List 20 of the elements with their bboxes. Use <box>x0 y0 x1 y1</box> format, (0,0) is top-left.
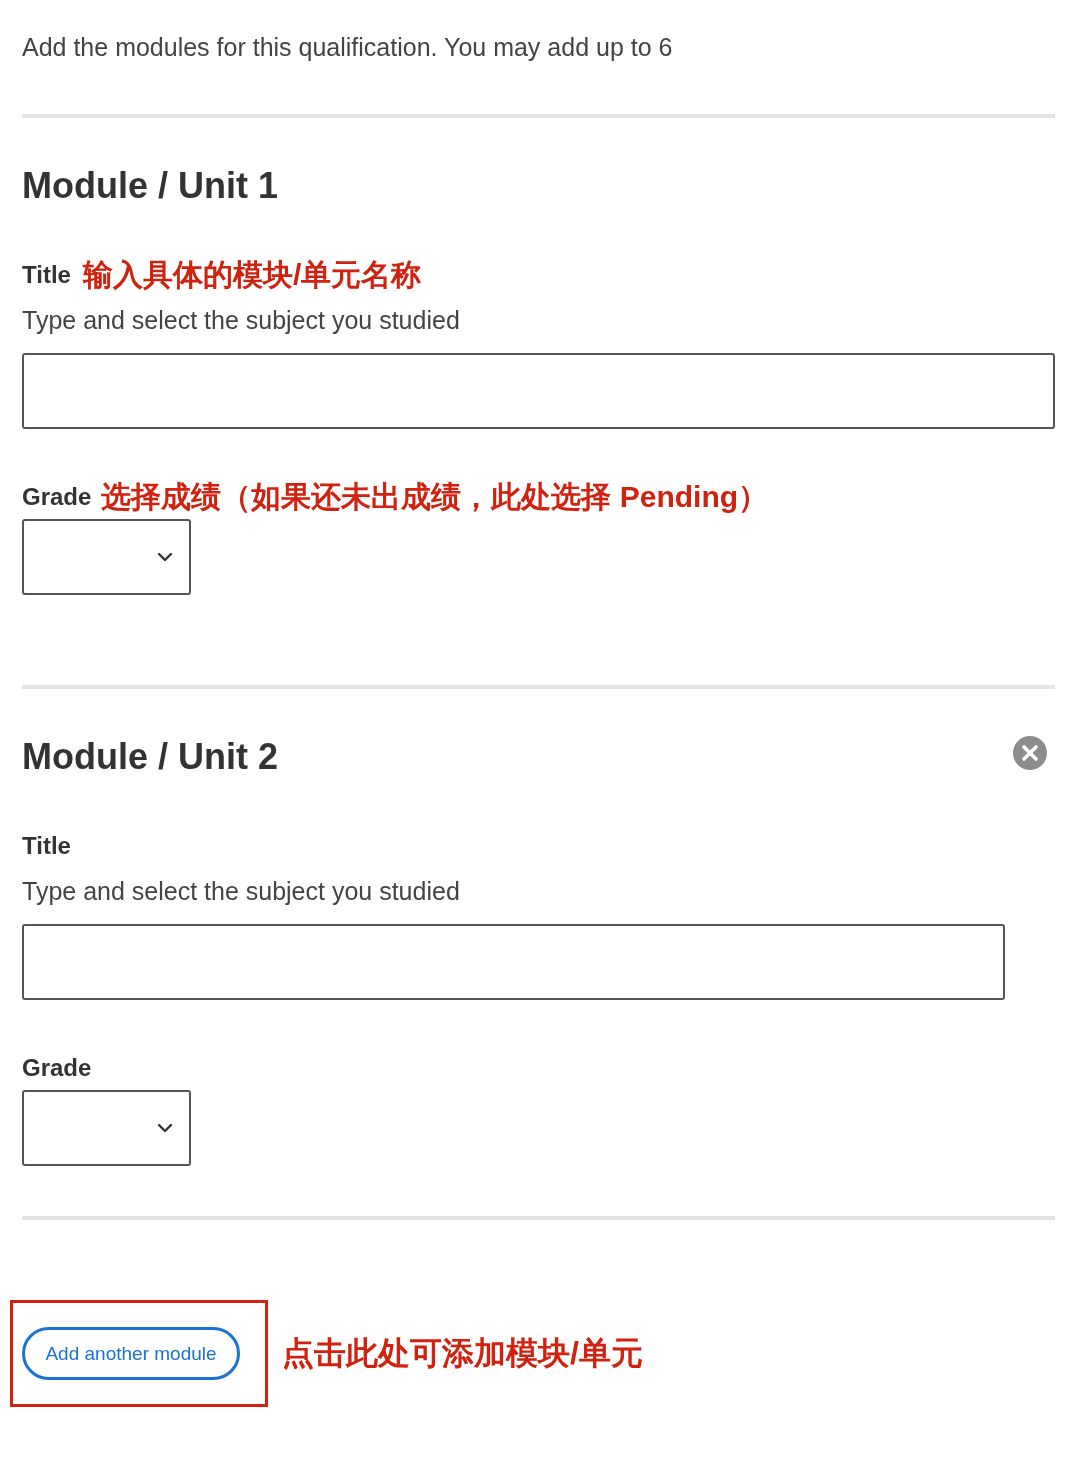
intro-text: Add the modules for this qualification. You may add up to 6 <box>22 32 674 63</box>
annotation-text: 点击此处可添加模块/单元 <box>282 1333 643 1373</box>
field-label: Grade <box>22 483 92 511</box>
field-label: Grade <box>22 1054 92 1082</box>
title-input[interactable] <box>22 353 1055 429</box>
chevron-down-icon <box>157 552 173 562</box>
grade-select[interactable] <box>22 1090 191 1166</box>
title-input[interactable] <box>22 924 1005 1000</box>
chevron-down-icon <box>157 1123 173 1133</box>
annotation-text: 输入具体的模块/单元名称 <box>82 256 422 293</box>
annotation-text: 选择成绩（如果还未出成绩，此处选择 Pending） <box>101 478 769 515</box>
hint-text: Type and select the subject you studied <box>22 876 461 907</box>
close-icon[interactable] <box>1013 736 1047 770</box>
module-heading: Module / Unit 2 <box>22 735 278 779</box>
module-heading: Module / Unit 1 <box>22 164 278 208</box>
hint-text: Type and select the subject you studied <box>22 305 461 336</box>
add-module-button[interactable]: Add another module <box>22 1327 240 1380</box>
field-label: Title <box>22 832 71 860</box>
grade-select[interactable] <box>22 519 191 595</box>
field-label: Title <box>22 261 71 289</box>
